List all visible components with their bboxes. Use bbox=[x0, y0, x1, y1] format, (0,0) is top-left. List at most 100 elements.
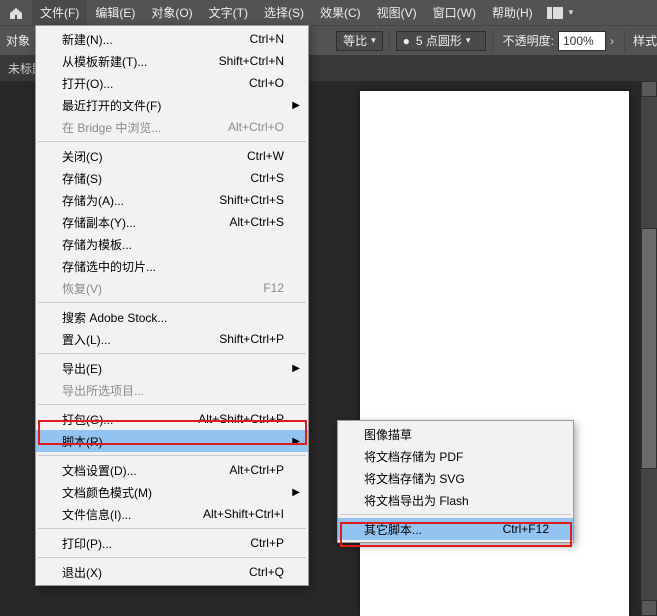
stroke-value: 5 点圆形 bbox=[416, 32, 462, 49]
menu-object[interactable]: 对象(O) bbox=[143, 0, 200, 25]
menu-shortcut: Ctrl+F12 bbox=[503, 522, 549, 536]
menu-shortcut: Ctrl+S bbox=[250, 171, 284, 185]
menu-item-label: 文档设置(D)... bbox=[62, 462, 137, 479]
menu-item-label: 退出(X) bbox=[62, 564, 102, 581]
menu-item-label: 文件信息(I)... bbox=[62, 506, 131, 523]
menu-view[interactable]: 视图(V) bbox=[369, 0, 425, 25]
vertical-scrollbar[interactable] bbox=[641, 81, 657, 616]
layout-icon[interactable] bbox=[541, 7, 569, 19]
file-menu-item[interactable]: 存储副本(Y)...Alt+Ctrl+S bbox=[36, 211, 308, 233]
align-value: 等比 bbox=[343, 32, 367, 49]
script-menu-item[interactable]: 图像描草 bbox=[338, 423, 573, 445]
style-label: 样式 bbox=[633, 32, 657, 49]
file-menu-item[interactable]: 退出(X) Ctrl+Q bbox=[36, 561, 308, 583]
file-menu-item[interactable]: 打包(G)...Alt+Shift+Ctrl+P bbox=[36, 408, 308, 430]
menu-shortcut: Ctrl+P bbox=[250, 536, 284, 550]
menu-separator bbox=[38, 557, 306, 558]
file-menu-item[interactable]: 存储为模板... bbox=[36, 233, 308, 255]
menu-file[interactable]: 文件(F) bbox=[32, 0, 87, 25]
menu-item-label: 存储(S) bbox=[62, 170, 102, 187]
chevron-down-icon: ▾ bbox=[371, 35, 376, 46]
file-menu-item[interactable]: 存储选中的切片... bbox=[36, 255, 308, 277]
file-menu-item[interactable]: 存储为(A)... Shift+Ctrl+S bbox=[36, 189, 308, 211]
file-menu-item[interactable]: 最近打开的文件(F)▶ bbox=[36, 94, 308, 116]
chevron-down-icon: ▾ bbox=[466, 35, 471, 46]
menu-shortcut: Ctrl+O bbox=[249, 76, 284, 90]
menu-item-label: 最近打开的文件(F) bbox=[62, 97, 161, 114]
menu-separator bbox=[38, 404, 306, 405]
menu-separator bbox=[340, 514, 571, 515]
menu-item-label: 存储为(A)... bbox=[62, 192, 124, 209]
script-menu-item[interactable]: 将文档导出为 Flash bbox=[338, 489, 573, 511]
menu-shortcut: Shift+Ctrl+P bbox=[219, 332, 284, 346]
menu-shortcut: Alt+Shift+Ctrl+P bbox=[198, 412, 284, 426]
menu-edit[interactable]: 编辑(E) bbox=[87, 0, 143, 25]
menu-item-label: 搜索 Adobe Stock... bbox=[62, 309, 167, 326]
menu-item-label: 导出(E) bbox=[62, 360, 102, 377]
menu-separator bbox=[38, 455, 306, 456]
menu-shortcut: Alt+Shift+Ctrl+I bbox=[203, 507, 284, 521]
file-menu-item[interactable]: 搜索 Adobe Stock... bbox=[36, 306, 308, 328]
file-menu-item[interactable]: 文件信息(I)... Alt+Shift+Ctrl+I bbox=[36, 503, 308, 525]
separator bbox=[624, 30, 625, 52]
file-menu-item: 恢复(V) F12 bbox=[36, 277, 308, 299]
menu-shortcut: F12 bbox=[263, 281, 284, 295]
menu-select[interactable]: 选择(S) bbox=[256, 0, 312, 25]
file-menu-item: 导出所选项目... bbox=[36, 379, 308, 401]
menu-help[interactable]: 帮助(H) bbox=[484, 0, 541, 25]
file-menu-item[interactable]: 打印(P)... Ctrl+P bbox=[36, 532, 308, 554]
menu-item-label: 其它脚本... bbox=[364, 521, 422, 538]
menu-item-label: 打印(P)... bbox=[62, 535, 112, 552]
file-menu-item[interactable]: 新建(N)...Ctrl+N bbox=[36, 28, 308, 50]
script-menu-item[interactable]: 其它脚本... Ctrl+F12 bbox=[338, 518, 573, 540]
chevron-right-icon[interactable]: › bbox=[610, 34, 614, 48]
menu-item-label: 恢复(V) bbox=[62, 280, 102, 297]
script-menu-item[interactable]: 将文档存储为 SVG bbox=[338, 467, 573, 489]
file-menu-item[interactable]: 置入(L)...Shift+Ctrl+P bbox=[36, 328, 308, 350]
align-dropdown[interactable]: 等比 ▾ bbox=[336, 31, 383, 51]
menu-item-label: 文档颜色模式(M) bbox=[62, 484, 152, 501]
menu-effect[interactable]: 效果(C) bbox=[312, 0, 369, 25]
file-menu-item[interactable]: 导出(E)▶ bbox=[36, 357, 308, 379]
home-icon[interactable] bbox=[8, 5, 24, 21]
menu-shortcut: Shift+Ctrl+N bbox=[219, 54, 284, 68]
menu-shortcut: Alt+Ctrl+P bbox=[229, 463, 284, 477]
chevron-down-icon[interactable]: ▾ bbox=[569, 7, 574, 18]
menu-item-label: 将文档存储为 PDF bbox=[364, 448, 463, 465]
menu-text[interactable]: 文字(T) bbox=[201, 0, 256, 25]
separator bbox=[492, 30, 493, 52]
scroll-up-button[interactable] bbox=[641, 81, 657, 97]
menu-item-label: 脚本(R) bbox=[62, 433, 103, 450]
file-menu-item[interactable]: 存储(S) Ctrl+S bbox=[36, 167, 308, 189]
file-menu-item[interactable]: 脚本(R) ▶ bbox=[36, 430, 308, 452]
menu-item-label: 将文档导出为 Flash bbox=[364, 492, 469, 509]
menu-separator bbox=[38, 353, 306, 354]
menu-item-label: 存储副本(Y)... bbox=[62, 214, 136, 231]
scroll-down-button[interactable] bbox=[641, 600, 657, 616]
opacity-value: 100% bbox=[563, 34, 594, 48]
menu-item-label: 将文档存储为 SVG bbox=[364, 470, 465, 487]
submenu-arrow-icon: ▶ bbox=[292, 436, 300, 447]
object-label: 对象 bbox=[6, 32, 30, 49]
file-menu-item[interactable]: 文档颜色模式(M)▶ bbox=[36, 481, 308, 503]
menu-item-label: 关闭(C) bbox=[62, 148, 103, 165]
scroll-track[interactable] bbox=[641, 97, 657, 600]
separator bbox=[389, 30, 390, 52]
menu-item-label: 打开(O)... bbox=[62, 75, 113, 92]
menu-shortcut: Shift+Ctrl+S bbox=[219, 193, 284, 207]
opacity-input[interactable]: 100% bbox=[558, 31, 606, 51]
menu-shortcut: Alt+Ctrl+O bbox=[228, 120, 284, 134]
menu-item-label: 导出所选项目... bbox=[62, 382, 144, 399]
menubar: 文件(F) 编辑(E) 对象(O) 文字(T) 选择(S) 效果(C) 视图(V… bbox=[0, 0, 657, 25]
scroll-thumb[interactable] bbox=[641, 228, 657, 469]
menu-window[interactable]: 窗口(W) bbox=[425, 0, 484, 25]
file-menu-item[interactable]: 文档设置(D)... Alt+Ctrl+P bbox=[36, 459, 308, 481]
stroke-profile-dropdown[interactable]: ● 5 点圆形 ▾ bbox=[396, 31, 486, 51]
file-menu-item[interactable]: 打开(O)... Ctrl+O bbox=[36, 72, 308, 94]
file-menu-item[interactable]: 从模板新建(T)...Shift+Ctrl+N bbox=[36, 50, 308, 72]
script-submenu: 图像描草将文档存储为 PDF 将文档存储为 SVG 将文档导出为 Flash 其它脚本… bbox=[337, 420, 574, 543]
menu-item-label: 新建(N)... bbox=[62, 31, 113, 48]
file-menu-item[interactable]: 关闭(C)Ctrl+W bbox=[36, 145, 308, 167]
script-menu-item[interactable]: 将文档存储为 PDF bbox=[338, 445, 573, 467]
menu-shortcut: Ctrl+Q bbox=[249, 565, 284, 579]
